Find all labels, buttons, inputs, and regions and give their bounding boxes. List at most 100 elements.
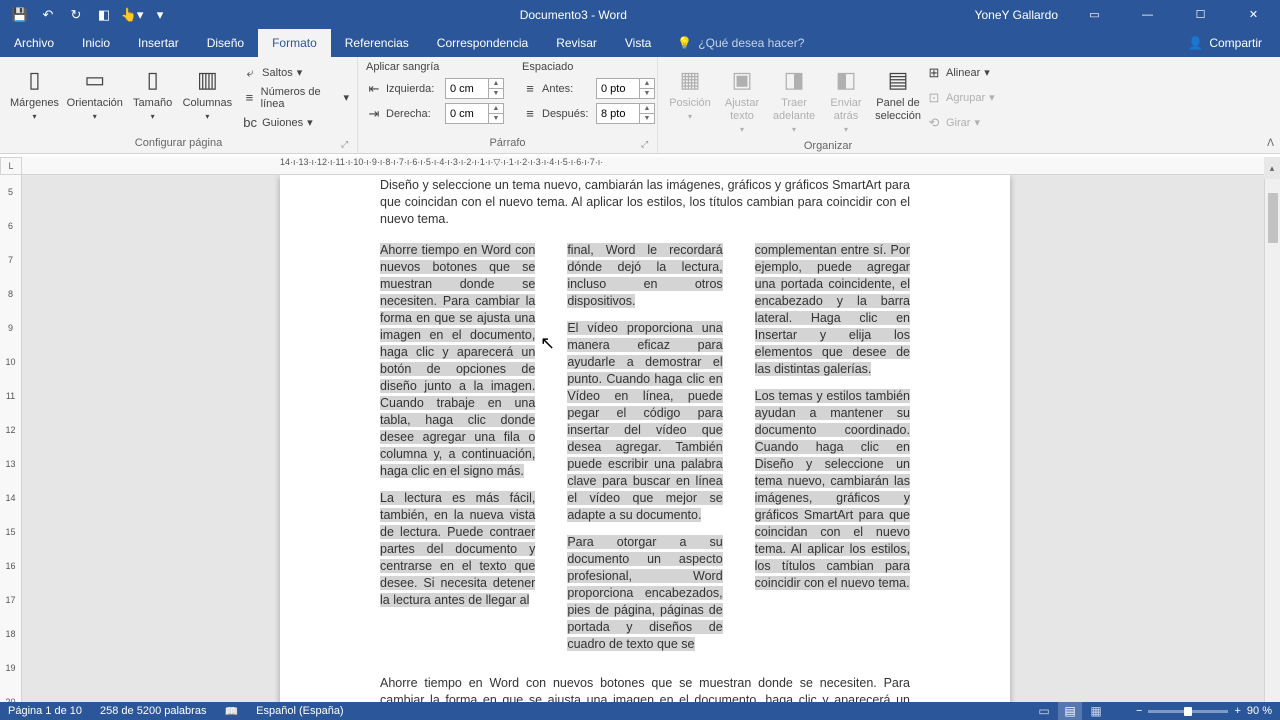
vertical-ruler[interactable]: 567891011121314151617181920 [0, 175, 22, 702]
wrap-text-button: ▣Ajustar texto▾ [718, 61, 766, 138]
page-indicator[interactable]: Página 1 de 10 [8, 705, 82, 717]
document-title: Documento3 - Word [172, 8, 975, 22]
ribbon: ▯ Márgenes▾ ▭ Orientación▾ ▯ Tamaño▾ ▥ C… [0, 57, 1280, 154]
rotate-icon: ⟲ [926, 115, 942, 131]
save-icon[interactable]: 💾 [8, 3, 32, 27]
print-layout-icon[interactable]: ▤ [1058, 702, 1082, 720]
selection-pane-button[interactable]: ▤Panel de selección [874, 61, 922, 125]
group-button: ⊡Agrupar ▾ [926, 86, 995, 109]
proofing-icon[interactable]: 📖 [224, 705, 238, 718]
breaks-icon: ⤶ [242, 65, 258, 81]
redo-icon[interactable]: ↻ [64, 3, 88, 27]
share-button[interactable]: 👤 Compartir [1188, 29, 1280, 57]
margins-button[interactable]: ▯ Márgenes▾ [8, 61, 61, 125]
web-layout-icon[interactable]: ▦ [1084, 702, 1108, 720]
col2-p1[interactable]: final, Word le recordará dónde dejó la l… [567, 243, 722, 308]
tab-referencias[interactable]: Referencias [331, 29, 423, 57]
group-arrange: ▦Posición▾ ▣Ajustar texto▾ ◨Traer adelan… [658, 57, 998, 153]
wrap-icon: ▣ [726, 63, 758, 95]
zoom-control[interactable]: − + 90 % [1126, 705, 1272, 717]
collapse-ribbon-icon[interactable]: ᐱ [1267, 138, 1274, 149]
indent-right-input[interactable]: ▲▼ [445, 103, 504, 124]
lightbulb-icon: 💡 [677, 36, 692, 50]
zoom-in-icon[interactable]: + [1234, 705, 1240, 717]
user-name[interactable]: YoneY Gallardo [975, 8, 1058, 22]
vertical-scrollbar[interactable]: ▴ [1264, 157, 1280, 702]
page-setup-launcher-icon[interactable]: ⤢ [341, 139, 353, 151]
group-label-paragraph: Párrafo [366, 135, 649, 151]
group-paragraph: Aplicar sangría ⇤ Izquierda: ▲▼ ⇥ Derech… [358, 57, 658, 153]
position-button: ▦Posición▾ [666, 61, 714, 125]
group-page-setup: ▯ Márgenes▾ ▭ Orientación▾ ▯ Tamaño▾ ▥ C… [0, 57, 358, 153]
orientation-button[interactable]: ▭ Orientación▾ [65, 61, 125, 125]
col1-p1[interactable]: Ahorre tiempo en Word con nuevos botones… [380, 243, 535, 478]
word-count[interactable]: 258 de 5200 palabras [100, 705, 206, 717]
tab-inicio[interactable]: Inicio [68, 29, 124, 57]
col3-p2[interactable]: Los temas y estilos también ayudan a man… [755, 389, 910, 590]
rotate-button: ⟲Girar ▾ [926, 111, 995, 134]
group-icon: ⊡ [926, 90, 942, 106]
col2-p2[interactable]: El vídeo proporciona una manera eficaz p… [567, 321, 722, 522]
bring-forward-button: ◨Traer adelante▾ [770, 61, 818, 138]
ruler-corner[interactable]: L [0, 157, 22, 175]
tell-me-search[interactable]: 💡 ¿Qué desea hacer? [665, 29, 804, 57]
space-before-input[interactable]: ▲▼ [596, 78, 655, 99]
breaks-button[interactable]: ⤶Saltos ▾ [242, 61, 349, 84]
ribbon-display-icon[interactable]: ▭ [1072, 0, 1117, 29]
tab-diseno[interactable]: Diseño [193, 29, 258, 57]
indent-left-input[interactable]: ▲▼ [445, 78, 504, 99]
quick-access-toolbar: 💾 ↶ ↻ ◧ 👆▾ ▾ [0, 3, 172, 27]
document-area[interactable]: Diseño y seleccione un tema nuevo, cambi… [22, 175, 1264, 702]
intro-paragraph[interactable]: Diseño y seleccione un tema nuevo, cambi… [380, 177, 910, 228]
col2-p3[interactable]: Para otorgar a su documento un aspecto p… [567, 535, 722, 651]
indent-left-icon: ⇤ [366, 81, 382, 97]
tab-archivo[interactable]: Archivo [0, 29, 68, 57]
maximize-icon[interactable]: ☐ [1178, 0, 1223, 29]
column-1[interactable]: Ahorre tiempo en Word con nuevos botones… [380, 242, 535, 663]
align-icon: ⊞ [926, 65, 942, 81]
group-label-arrange: Organizar [666, 138, 990, 154]
tab-revisar[interactable]: Revisar [542, 29, 611, 57]
bottom-paragraph-1[interactable]: Ahorre tiempo en Word con nuevos botones… [380, 675, 910, 702]
horizontal-ruler[interactable]: 14·ı·13·ı·12·ı·11·ı·10·ı·9·ı·8·ı·7·ı·6·ı… [22, 157, 1264, 175]
selection-pane-icon: ▤ [882, 63, 914, 95]
tab-formato[interactable]: Formato [258, 29, 331, 57]
minimize-icon[interactable]: — [1125, 0, 1170, 29]
touch-mode-icon[interactable]: 👆▾ [120, 3, 144, 27]
column-3[interactable]: complementan entre sí. Por ejemplo, pued… [755, 242, 910, 663]
customize-qat-icon[interactable]: ▾ [148, 3, 172, 27]
position-icon: ▦ [674, 63, 706, 95]
share-label: Compartir [1209, 36, 1262, 50]
language-indicator[interactable]: Español (España) [256, 705, 343, 717]
close-icon[interactable]: ✕ [1231, 0, 1276, 29]
group-label-page-setup: Configurar página [8, 135, 349, 151]
undo-icon[interactable]: ↶ [36, 3, 60, 27]
hyphenation-button[interactable]: bcGuiones ▾ [242, 111, 349, 134]
qat-icon-1[interactable]: ◧ [92, 3, 116, 27]
column-2[interactable]: final, Word le recordará dónde dejó la l… [567, 242, 722, 663]
document-page[interactable]: Diseño y seleccione un tema nuevo, cambi… [280, 175, 1010, 702]
line-numbers-button[interactable]: ≡Números de línea ▾ [242, 86, 349, 109]
zoom-value[interactable]: 90 % [1247, 705, 1272, 717]
text-columns: Ahorre tiempo en Word con nuevos botones… [380, 242, 910, 663]
scroll-up-icon[interactable]: ▴ [1264, 157, 1280, 179]
tab-insertar[interactable]: Insertar [124, 29, 193, 57]
columns-button[interactable]: ▥ Columnas▾ [181, 61, 235, 125]
tell-me-placeholder: ¿Qué desea hacer? [698, 36, 804, 50]
scrollbar-thumb[interactable] [1268, 193, 1278, 243]
tab-correspondencia[interactable]: Correspondencia [423, 29, 542, 57]
zoom-out-icon[interactable]: − [1136, 705, 1142, 717]
space-before-icon: ≡ [522, 81, 538, 97]
col3-p1[interactable]: complementan entre sí. Por ejemplo, pued… [755, 243, 910, 376]
zoom-slider[interactable] [1148, 710, 1228, 713]
tab-vista[interactable]: Vista [611, 29, 665, 57]
size-button[interactable]: ▯ Tamaño▾ [129, 61, 177, 125]
paragraph-launcher-icon[interactable]: ⤢ [641, 139, 653, 151]
space-after-input[interactable]: ▲▼ [596, 103, 655, 124]
line-numbers-icon: ≡ [242, 90, 257, 106]
col1-p2[interactable]: La lectura es más fácil, también, en la … [380, 491, 535, 607]
read-mode-icon[interactable]: ▭ [1032, 702, 1056, 720]
align-button[interactable]: ⊞Alinear ▾ [926, 61, 995, 84]
hyphenation-icon: bc [242, 115, 258, 131]
title-bar: 💾 ↶ ↻ ◧ 👆▾ ▾ Documento3 - Word YoneY Gal… [0, 0, 1280, 29]
